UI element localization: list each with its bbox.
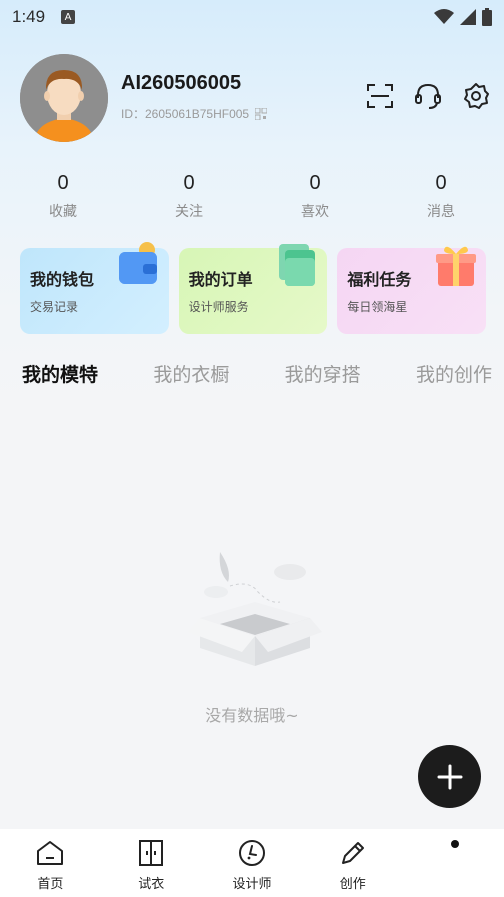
nav-home[interactable]: 首页 [0, 829, 101, 897]
battery-icon [482, 8, 492, 26]
status-bar: 1:49 A [0, 0, 504, 34]
content-tabs: 我的模特 我的衣橱 我的穿搭 我的创作 [22, 360, 492, 390]
tab-my-wardrobe[interactable]: 我的衣橱 [153, 360, 229, 390]
folder-icon [279, 244, 316, 286]
stat-value: 0 [57, 172, 69, 194]
plus-icon [437, 764, 462, 789]
stat-label: 消息 [427, 204, 455, 220]
status-icons [434, 8, 492, 26]
user-id: ID：2605061B75HF005 [121, 105, 268, 122]
stat-following[interactable]: 0 关注 [126, 172, 252, 228]
stat-label: 喜欢 [301, 204, 329, 220]
stat-value: 0 [183, 172, 195, 194]
stat-value: 0 [435, 172, 447, 194]
stats-row: 0 收藏 0 关注 0 喜欢 0 消息 [0, 172, 504, 228]
avatar-image [20, 54, 108, 142]
stat-likes[interactable]: 0 喜欢 [252, 172, 378, 228]
status-time: 1:49 [12, 7, 46, 26]
avatar[interactable] [20, 54, 108, 142]
nav-label: 设计师 [232, 877, 272, 892]
stat-value: 0 [309, 172, 321, 194]
qr-icon[interactable] [255, 107, 268, 120]
home-icon [35, 839, 65, 867]
profile-dot-icon [451, 840, 459, 848]
pen-icon [338, 839, 368, 867]
stat-messages[interactable]: 0 消息 [378, 172, 504, 228]
add-button[interactable] [418, 745, 481, 808]
tab-my-outfits[interactable]: 我的穿搭 [285, 360, 361, 390]
user-id-text: ID：2605061B75HF005 [121, 107, 250, 121]
designer-icon [237, 839, 267, 867]
empty-box-illustration [188, 552, 322, 666]
gear-icon[interactable] [462, 82, 490, 110]
wallet-card[interactable]: 我的钱包 交易记录 [20, 242, 169, 334]
order-card[interactable]: 我的订单 设计师服务 [178, 244, 328, 334]
stat-label: 关注 [175, 204, 203, 220]
nav-designer[interactable]: 设计师 [202, 829, 303, 897]
wallet-icon [118, 242, 157, 284]
profile-header: AI260506005 ID：2605061B75HF005 [20, 54, 490, 144]
nav-create[interactable]: 创作 [302, 829, 403, 897]
nav-label: 创作 [339, 877, 366, 892]
nav-label: 首页 [37, 877, 64, 892]
header-actions [366, 82, 490, 110]
card-subtitle: 设计师服务 [188, 300, 249, 314]
gift-icon [436, 246, 477, 286]
notification-icon: A [61, 10, 76, 24]
headset-icon[interactable] [414, 82, 442, 110]
empty-state-text: 没有数据哦~ [205, 706, 299, 725]
task-card[interactable]: 福利任务 每日领海星 [337, 246, 487, 334]
card-subtitle: 交易记录 [30, 300, 79, 314]
wardrobe-icon [136, 839, 166, 867]
feature-cards: 我的钱包 交易记录 我的订单 设计师服务 福利任务 每日领海星 [20, 242, 487, 334]
bottom-nav: 首页 试衣 设计师 创作 [0, 829, 504, 897]
stat-label: 收藏 [49, 204, 77, 220]
wifi-icon [434, 9, 454, 24]
nav-try-on[interactable]: 试衣 [101, 829, 202, 897]
nav-label: 试衣 [138, 877, 165, 892]
card-subtitle: 每日领海星 [347, 300, 408, 314]
scan-icon[interactable] [366, 82, 394, 110]
signal-icon [460, 9, 476, 25]
tab-my-creations[interactable]: 我的创作 [416, 360, 492, 390]
tab-my-models[interactable]: 我的模特 [22, 360, 98, 390]
username: AI260506005 [121, 72, 242, 94]
stat-favorites[interactable]: 0 收藏 [0, 172, 126, 228]
